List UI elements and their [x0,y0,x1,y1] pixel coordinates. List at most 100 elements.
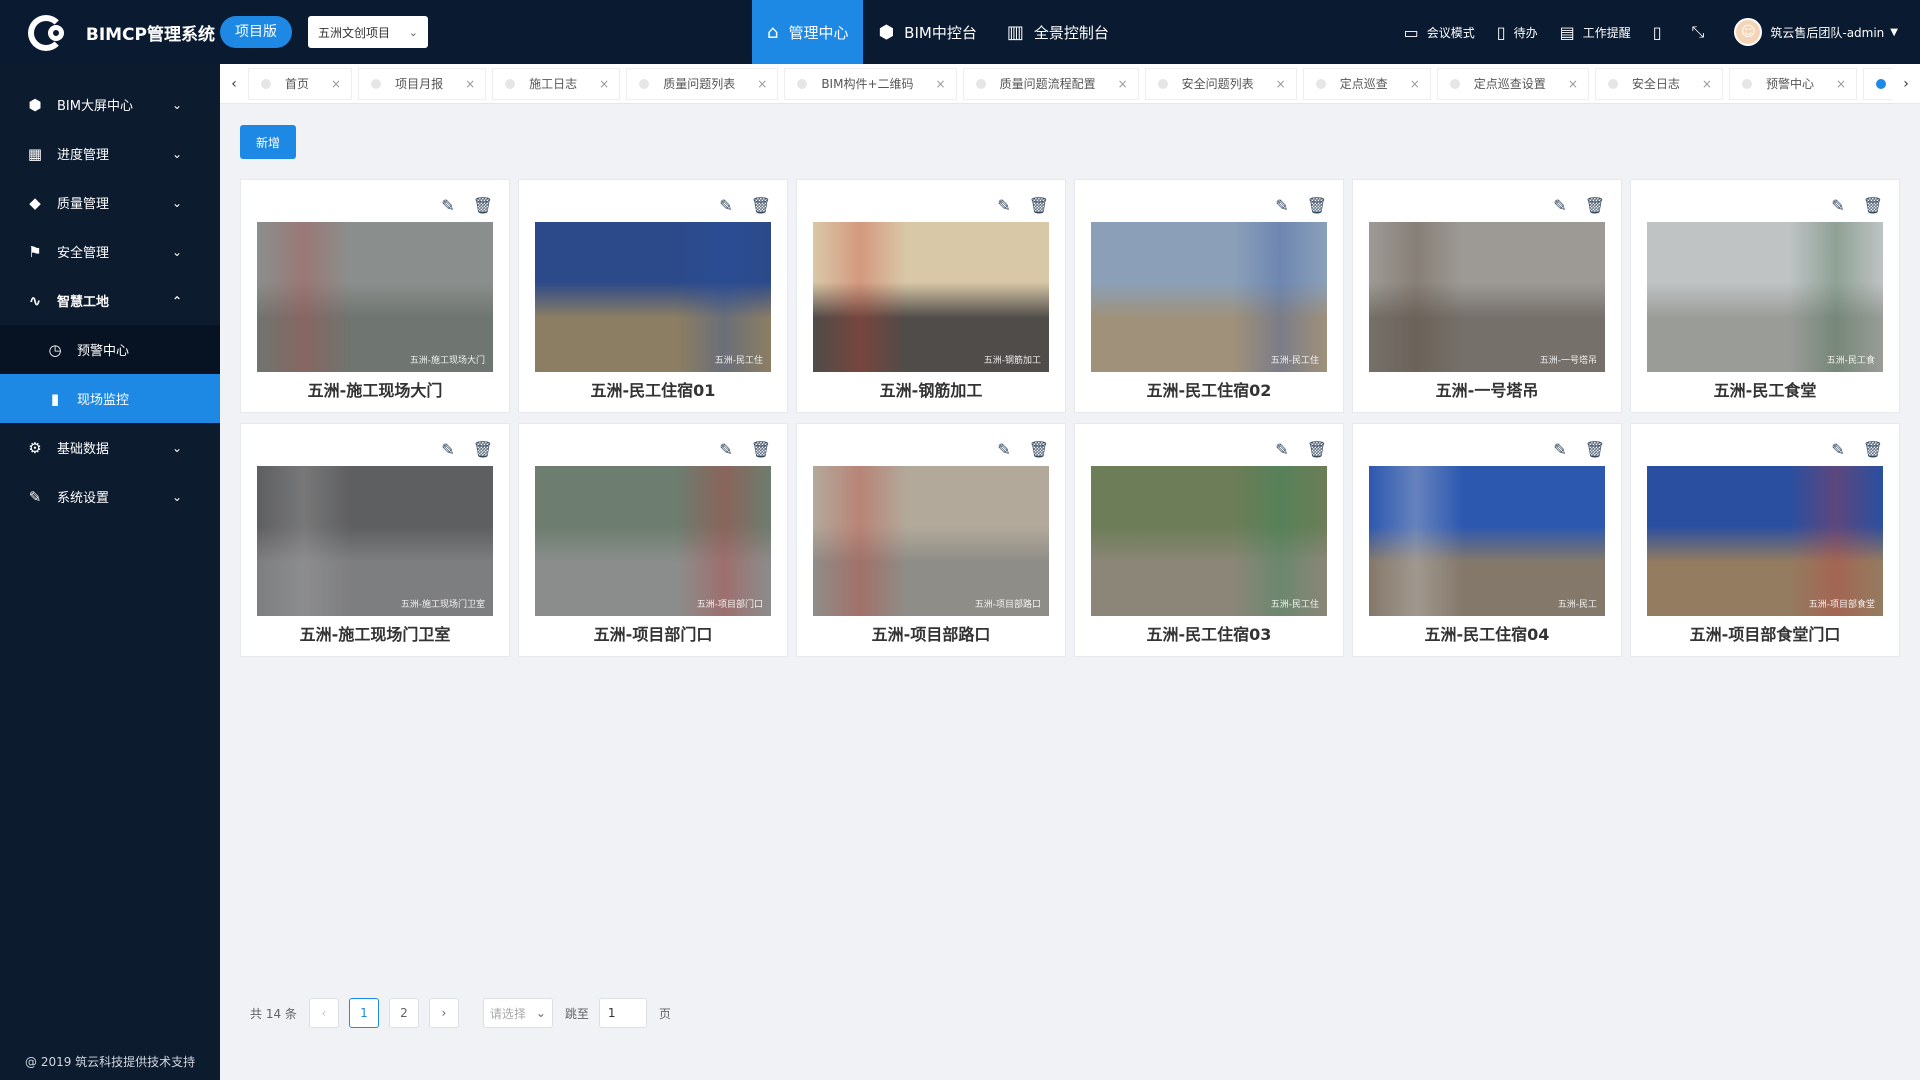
camera-snapshot[interactable]: 五洲-民工住 [1091,222,1327,372]
camera-snapshot[interactable]: 五洲-民工食 [1647,222,1883,372]
edit-icon[interactable]: ✎ [1831,440,1844,459]
sidebar-item-base-data[interactable]: ⚙ 基础数据 ⌄ [0,423,220,472]
trash-icon[interactable]: 🗑 [1585,440,1605,459]
sidebar-item-smart-site[interactable]: ∿ 智慧工地 ⌃ [0,276,220,325]
tab-item[interactable]: 定点巡查 × [1302,67,1431,100]
page-button-1[interactable]: 1 [348,998,379,1028]
trash-icon[interactable]: 🗑 [1863,440,1883,459]
tab-item[interactable]: 质量问题流程配置 × [962,67,1139,100]
trash-icon[interactable]: 🗑 [473,440,493,459]
tab-scroll-right-button[interactable]: › [1892,64,1920,104]
camera-snapshot[interactable]: 五洲-项目部食堂 [1647,466,1883,616]
camera-snapshot[interactable]: 五洲-施工现场门卫室 [257,466,493,616]
camera-snapshot[interactable]: 五洲-项目部门口 [535,466,771,616]
close-icon[interactable]: × [1276,77,1286,91]
mobile-button[interactable]: ▯ [1653,23,1670,42]
camera-snapshot[interactable]: 五洲-民工住 [535,222,771,372]
trash-icon[interactable]: 🗑 [1029,196,1049,215]
close-icon[interactable]: × [599,77,609,91]
meeting-mode-button[interactable]: ▭ 会议模式 [1404,23,1475,42]
camera-card[interactable]: ✎ 🗑 五洲-钢筋加工 五洲-钢筋加工 [796,179,1066,413]
sidebar-item-bim-screen[interactable]: ⬢ BIM大屏中心 ⌄ [0,80,220,129]
tab-item[interactable]: 安全问题列表 × [1144,67,1297,100]
trash-icon[interactable]: 🗑 [1029,440,1049,459]
camera-card[interactable]: ✎ 🗑 五洲-民工住 五洲-民工住宿02 [1074,179,1344,413]
camera-snapshot[interactable]: 五洲-一号塔吊 [1369,222,1605,372]
trash-icon[interactable]: 🗑 [1307,440,1327,459]
sidebar-item-progress[interactable]: ▦ 进度管理 ⌄ [0,129,220,178]
user-menu[interactable]: ☺ 筑云售后团队-admin ▼ [1734,18,1898,46]
camera-snapshot[interactable]: 五洲-民工 [1369,466,1605,616]
trash-icon[interactable]: 🗑 [751,196,771,215]
edit-icon[interactable]: ✎ [441,440,454,459]
camera-card[interactable]: ✎ 🗑 五洲-项目部路口 五洲-项目部路口 [796,423,1066,657]
camera-card[interactable]: ✎ 🗑 五洲-施工现场大门 五洲-施工现场大门 [240,179,510,413]
fullscreen-button[interactable]: ⤡ [1692,22,1713,42]
page-size-select[interactable]: 请选择 ⌄ [482,998,553,1028]
close-icon[interactable]: × [1836,77,1846,91]
camera-snapshot[interactable]: 五洲-民工住 [1091,466,1327,616]
sidebar-item-safety[interactable]: ⚑ 安全管理 ⌄ [0,227,220,276]
todo-button[interactable]: ▯ 待办 [1497,23,1538,42]
close-icon[interactable]: × [757,77,767,91]
trash-icon[interactable]: 🗑 [473,196,493,215]
close-icon[interactable]: × [1568,77,1578,91]
camera-snapshot[interactable]: 五洲-项目部路口 [813,466,1049,616]
close-icon[interactable]: × [1118,77,1128,91]
camera-card[interactable]: ✎ 🗑 五洲-施工现场门卫室 五洲-施工现场门卫室 [240,423,510,657]
topnav-bim-console[interactable]: ⬢ BIM中控台 [863,0,991,64]
trash-icon[interactable]: 🗑 [1585,196,1605,215]
trash-icon[interactable]: 🗑 [751,440,771,459]
version-badge[interactable]: 项目版 [220,16,292,48]
tab-item[interactable]: 首页 × [248,67,353,100]
topnav-panorama-console[interactable]: ▥ 全景控制台 [992,0,1124,64]
camera-card[interactable]: ✎ 🗑 五洲-民工食 五洲-民工食堂 [1630,179,1900,413]
next-page-button[interactable]: › [428,998,459,1028]
close-icon[interactable]: × [465,77,475,91]
tab-item[interactable]: 质量问题列表 × [626,67,779,100]
goto-page-input[interactable]: 1 [598,998,647,1028]
tab-item[interactable]: 预警中心 × [1728,67,1858,100]
edit-icon[interactable]: ✎ [997,440,1010,459]
camera-card[interactable]: ✎ 🗑 五洲-民工住 五洲-民工住宿01 [518,179,788,413]
tab-scroll-left-button[interactable]: ‹ [220,64,248,104]
tab-item[interactable]: BIM构件+二维码 × [784,67,957,100]
project-select[interactable]: 五洲文创项目 ⌄ [308,16,428,48]
sidebar-item-quality[interactable]: ◆ 质量管理 ⌄ [0,178,220,227]
prev-page-button[interactable]: ‹ [308,998,339,1028]
trash-icon[interactable]: 🗑 [1863,196,1883,215]
edit-icon[interactable]: ✎ [1275,196,1288,215]
edit-icon[interactable]: ✎ [997,196,1010,215]
work-reminder-button[interactable]: ▤ 工作提醒 [1560,23,1631,42]
camera-card[interactable]: ✎ 🗑 五洲-民工住 五洲-民工住宿03 [1074,423,1344,657]
add-button[interactable]: 新增 [240,125,296,159]
close-icon[interactable]: × [331,77,341,91]
sidebar-subitem-site-monitor[interactable]: ▮ 现场监控 [0,374,220,423]
tab-item[interactable]: 定点巡查设置 × [1436,67,1589,100]
camera-snapshot[interactable]: 五洲-钢筋加工 [813,222,1049,372]
edit-icon[interactable]: ✎ [719,440,732,459]
tab-item[interactable]: 监控× [1863,67,1892,100]
close-icon[interactable]: × [936,77,946,91]
edit-icon[interactable]: ✎ [1553,440,1566,459]
edit-icon[interactable]: ✎ [1553,196,1566,215]
tab-item[interactable]: 安全日志 × [1594,67,1723,100]
edit-icon[interactable]: ✎ [719,196,732,215]
camera-card[interactable]: ✎ 🗑 五洲-一号塔吊 五洲-一号塔吊 [1352,179,1622,413]
tab-item[interactable]: 施工日志 × [492,67,621,100]
edit-icon[interactable]: ✎ [1831,196,1844,215]
trash-icon[interactable]: 🗑 [1307,196,1327,215]
topnav-management-center[interactable]: ⌂ 管理中心 [752,0,864,64]
sidebar-item-system-settings[interactable]: ✎ 系统设置 ⌄ [0,472,220,521]
camera-card[interactable]: ✎ 🗑 五洲-民工 五洲-民工住宿04 [1352,423,1622,657]
page-button-2[interactable]: 2 [388,998,419,1028]
edit-icon[interactable]: ✎ [441,196,454,215]
close-icon[interactable]: × [1702,77,1712,91]
camera-snapshot[interactable]: 五洲-施工现场大门 [257,222,493,372]
sidebar-subitem-warning-center[interactable]: ◷ 预警中心 [0,325,220,374]
camera-card[interactable]: ✎ 🗑 五洲-项目部食堂 五洲-项目部食堂门口 [1630,423,1900,657]
edit-icon[interactable]: ✎ [1275,440,1288,459]
tab-item[interactable]: 项目月报 × [358,67,487,100]
camera-card[interactable]: ✎ 🗑 五洲-项目部门口 五洲-项目部门口 [518,423,788,657]
close-icon[interactable]: × [1410,77,1420,91]
